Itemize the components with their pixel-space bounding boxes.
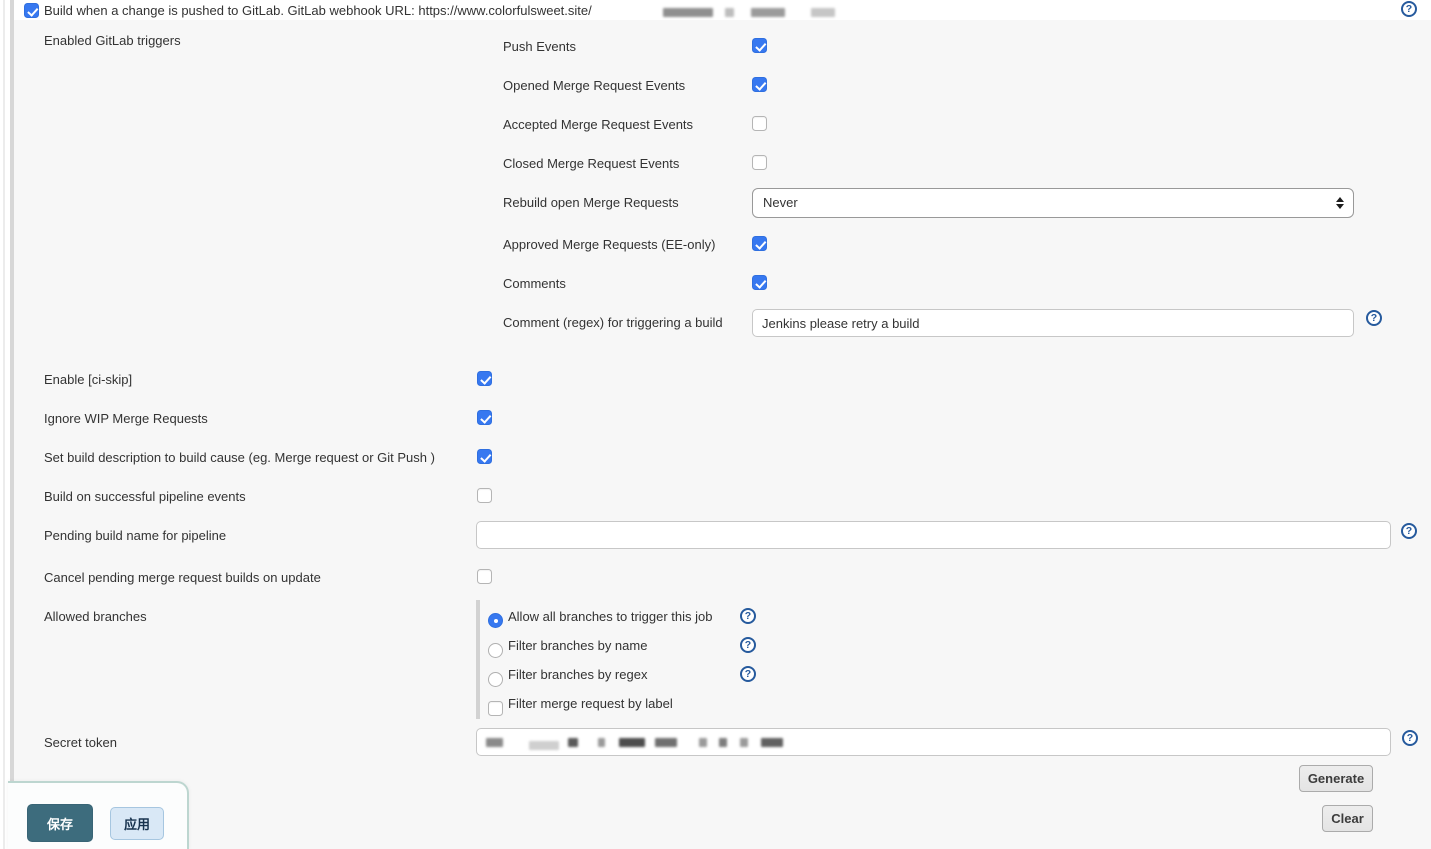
build-description-label: Set build description to build cause (eg… [44, 450, 435, 465]
filter-mr-by-label-label: Filter merge request by label [508, 696, 673, 711]
filter-branches-by-name-radio[interactable] [488, 643, 503, 658]
closed-mr-events-label: Closed Merge Request Events [503, 156, 679, 171]
secret-token-redacted-value [486, 734, 783, 749]
push-events-label: Push Events [503, 39, 576, 54]
help-icon[interactable]: ? [740, 608, 756, 624]
rebuild-open-mr-label: Rebuild open Merge Requests [503, 195, 679, 210]
build-when-pushed-label: Build when a change is pushed to GitLab.… [44, 3, 592, 18]
opened-mr-events-label: Opened Merge Request Events [503, 78, 685, 93]
allow-all-branches-label: Allow all branches to trigger this job [508, 609, 713, 624]
help-icon[interactable]: ? [1402, 730, 1418, 746]
generate-button[interactable]: Generate [1299, 765, 1373, 792]
opened-mr-events-checkbox[interactable] [752, 77, 767, 92]
approved-mr-label: Approved Merge Requests (EE-only) [503, 237, 715, 252]
section-indent-line-outer [3, 0, 5, 849]
accepted-mr-events-checkbox[interactable] [752, 116, 767, 131]
pending-build-name-label: Pending build name for pipeline [44, 528, 226, 543]
filter-mr-by-label-checkbox[interactable] [488, 701, 503, 716]
comments-label: Comments [503, 276, 566, 291]
closed-mr-events-checkbox[interactable] [752, 155, 767, 170]
cancel-pending-label: Cancel pending merge request builds on u… [44, 570, 321, 585]
secret-token-label: Secret token [44, 735, 117, 750]
webhook-url-redacted [663, 4, 835, 19]
cancel-pending-checkbox[interactable] [477, 569, 492, 584]
apply-button[interactable]: 应用 [110, 807, 164, 840]
comment-regex-label: Comment (regex) for triggering a build [503, 315, 723, 330]
gitlab-trigger-config-panel [14, 20, 1431, 849]
save-button[interactable]: 保存 [27, 804, 93, 842]
clear-button[interactable]: Clear [1322, 805, 1373, 832]
allowed-branches-indent-line [476, 600, 480, 719]
ci-skip-label: Enable [ci-skip] [44, 372, 132, 387]
comment-regex-input[interactable] [752, 309, 1354, 337]
help-icon[interactable]: ? [1366, 310, 1382, 326]
ignore-wip-checkbox[interactable] [477, 410, 492, 425]
allow-all-branches-radio[interactable] [488, 613, 503, 628]
filter-branches-by-name-label: Filter branches by name [508, 638, 647, 653]
pipeline-events-checkbox[interactable] [477, 488, 492, 503]
filter-branches-by-regex-label: Filter branches by regex [508, 667, 647, 682]
approved-mr-checkbox[interactable] [752, 236, 767, 251]
pending-build-name-input[interactable] [476, 521, 1391, 549]
ignore-wip-label: Ignore WIP Merge Requests [44, 411, 208, 426]
help-icon[interactable]: ? [740, 637, 756, 653]
help-icon[interactable]: ? [1401, 523, 1417, 539]
save-apply-bar: 保存 应用 [8, 781, 189, 849]
push-events-checkbox[interactable] [752, 38, 767, 53]
help-icon[interactable]: ? [1401, 1, 1417, 17]
help-icon[interactable]: ? [740, 666, 756, 682]
comments-checkbox[interactable] [752, 275, 767, 290]
build-when-pushed-checkbox[interactable] [24, 3, 39, 18]
accepted-mr-events-label: Accepted Merge Request Events [503, 117, 693, 132]
rebuild-open-mr-selected-value: Never [763, 195, 798, 210]
build-description-checkbox[interactable] [477, 449, 492, 464]
select-stepper-icon [1336, 197, 1344, 209]
rebuild-open-mr-select[interactable]: Never [752, 188, 1354, 218]
ci-skip-checkbox[interactable] [477, 371, 492, 386]
allowed-branches-label: Allowed branches [44, 609, 147, 624]
pipeline-events-label: Build on successful pipeline events [44, 489, 246, 504]
filter-branches-by-regex-radio[interactable] [488, 672, 503, 687]
secret-token-input[interactable] [476, 728, 1391, 756]
enabled-triggers-label: Enabled GitLab triggers [44, 33, 181, 48]
